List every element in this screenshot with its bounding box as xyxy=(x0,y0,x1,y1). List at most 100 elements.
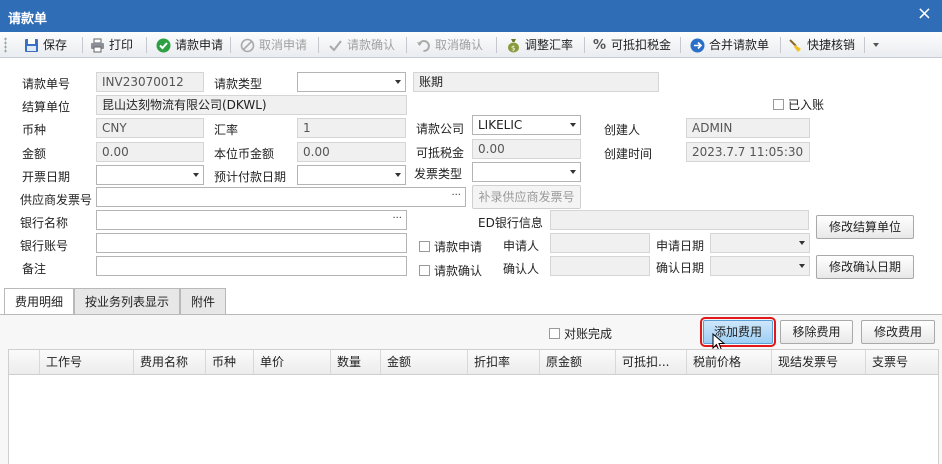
broom-icon xyxy=(788,38,803,53)
supplier-invoice-label: 供应商发票号 xyxy=(20,193,93,207)
toolbar-separator xyxy=(318,37,319,53)
save-icon xyxy=(24,38,39,53)
modify-confirm-date-button[interactable]: 修改确认日期 xyxy=(816,255,914,279)
local-amount-label: 本位币金额 xyxy=(214,147,275,161)
deductible-tax-field: 0.00 xyxy=(472,139,581,159)
tab-fee-detail[interactable]: 费用明细 xyxy=(4,288,74,316)
invoice-type-select[interactable] xyxy=(472,162,581,182)
amount-label: 金额 xyxy=(22,147,47,161)
fee-detail-panel: 对账完成 添加费用 移除费用 修改费用 工作号 费用名称 币种 单价 数量 金额… xyxy=(0,314,942,464)
remove-fee-button[interactable]: 移除费用 xyxy=(780,320,853,344)
column-header[interactable]: 工作号 xyxy=(39,350,133,374)
apply-date-picker[interactable] xyxy=(710,233,810,253)
posted-checkbox[interactable]: 已入账 xyxy=(773,96,824,113)
created-time-label: 创建时间 xyxy=(604,147,653,161)
request-confirm-checkbox[interactable]: 请款确认 xyxy=(419,262,482,279)
expected-pay-date-picker[interactable] xyxy=(297,165,406,185)
reconciled-checkbox[interactable]: 对账完成 xyxy=(549,325,612,342)
ellipsis-icon[interactable]: ··· xyxy=(392,211,402,227)
svg-text:$: $ xyxy=(511,44,515,52)
amount-field: 0.00 xyxy=(96,142,204,162)
column-header[interactable]: 折扣率 xyxy=(467,350,539,374)
merge-request-button[interactable]: 合并请款单 xyxy=(690,35,769,55)
window-title: 请款单 xyxy=(8,12,48,27)
invoice-type-label: 发票类型 xyxy=(414,167,463,181)
checkbox-icon xyxy=(773,99,784,110)
percent-icon: % xyxy=(592,37,607,53)
print-label: 打印 xyxy=(109,38,134,52)
merge-request-label: 合并请款单 xyxy=(709,38,770,52)
rate-field: 1 xyxy=(297,118,406,138)
quick-writeoff-label: 快捷核销 xyxy=(807,38,856,52)
tab-business-list[interactable]: 按业务列表显示 xyxy=(74,288,180,315)
invoice-date-picker[interactable] xyxy=(96,165,204,185)
close-icon[interactable]: × xyxy=(917,5,932,23)
cancel-apply-button[interactable]: 取消申请 xyxy=(240,35,307,55)
currency-field: CNY xyxy=(96,118,204,138)
company-select[interactable]: LIKELIC xyxy=(472,115,581,135)
adjust-rate-label: 调整汇率 xyxy=(525,38,574,52)
request-apply-button[interactable]: 请款申请 xyxy=(156,35,223,55)
ed-bank-field xyxy=(550,210,809,230)
request-apply-label: 请款申请 xyxy=(175,38,224,52)
request-form: 请款单号 INV23070012 请款类型 账期 结算单位 昆山达刻物流有限公司… xyxy=(0,58,942,290)
save-label: 保存 xyxy=(43,38,68,52)
modify-settle-unit-button[interactable]: 修改结算单位 xyxy=(816,215,914,239)
request-confirm-button[interactable]: 请款确认 xyxy=(328,35,395,55)
column-header[interactable]: 现结发票号 xyxy=(771,350,865,374)
ellipsis-icon[interactable]: ··· xyxy=(451,188,461,204)
column-header[interactable]: 金额 xyxy=(380,350,467,374)
company-label: 请款公司 xyxy=(416,122,465,136)
posted-label: 已入账 xyxy=(788,98,825,112)
edit-fee-button[interactable]: 修改费用 xyxy=(861,320,935,344)
save-button[interactable]: 保存 xyxy=(24,35,67,55)
request-no-field: INV23070012 xyxy=(96,72,204,92)
period-field: 账期 xyxy=(413,72,659,92)
bank-name-field[interactable]: ··· xyxy=(96,210,407,230)
cancel-confirm-button[interactable]: 取消确认 xyxy=(416,35,483,55)
column-header[interactable]: 支票号 xyxy=(865,350,939,374)
column-header[interactable]: 税前价格 xyxy=(686,350,771,374)
cancel-circle-icon xyxy=(240,38,255,53)
supplement-invoice-button[interactable]: 补录供应商发票号 xyxy=(472,185,581,209)
bank-account-field[interactable] xyxy=(96,233,407,253)
tab-attachments[interactable]: 附件 xyxy=(180,288,226,315)
fee-grid-body[interactable] xyxy=(8,375,939,464)
print-button[interactable]: 打印 xyxy=(90,35,133,55)
chevron-down-icon xyxy=(395,173,401,177)
chevron-down-icon xyxy=(570,123,576,127)
deductible-tax-button[interactable]: % 可抵扣税金 xyxy=(592,35,671,55)
toolbar-separator xyxy=(146,37,147,53)
column-header[interactable]: 可抵扣... xyxy=(615,350,686,374)
remark-field[interactable] xyxy=(96,256,407,276)
supplier-invoice-field[interactable]: ··· xyxy=(96,187,466,207)
check-circle-icon xyxy=(156,38,171,53)
column-header[interactable]: 单价 xyxy=(253,350,330,374)
confirm-date-picker[interactable] xyxy=(710,256,810,276)
toolbar: 保存 打印 请款申请 取消申请 请款确认 取消确认 $ 调整汇率 % 可抵扣税金… xyxy=(0,32,942,58)
toolbar-grip[interactable] xyxy=(4,37,7,53)
toolbar-overflow-button[interactable] xyxy=(870,35,882,55)
column-header[interactable]: 费用名称 xyxy=(133,350,205,374)
money-bag-icon: $ xyxy=(506,38,521,53)
request-type-select[interactable] xyxy=(297,72,406,92)
column-header[interactable]: 币种 xyxy=(205,350,253,374)
confirm-date-label: 确认日期 xyxy=(656,261,705,275)
request-apply-checkbox[interactable]: 请款申请 xyxy=(419,238,482,255)
column-header[interactable]: 原金额 xyxy=(539,350,615,374)
settle-unit-label: 结算单位 xyxy=(22,100,71,114)
created-time-field: 2023.7.7 11:05:30 xyxy=(686,142,810,162)
toolbar-separator xyxy=(780,37,781,53)
toolbar-separator xyxy=(680,37,681,53)
adjust-rate-button[interactable]: $ 调整汇率 xyxy=(506,35,573,55)
ed-bank-label: ED银行信息 xyxy=(478,216,543,230)
chevron-down-icon xyxy=(799,241,805,245)
apply-date-label: 申请日期 xyxy=(656,239,705,253)
column-header[interactable]: 数量 xyxy=(330,350,380,374)
company-value: LIKELIC xyxy=(478,118,523,132)
checkbox-icon xyxy=(419,265,430,276)
chevron-down-icon xyxy=(873,43,879,47)
deductible-tax-label-field: 可抵税金 xyxy=(416,146,465,160)
quick-writeoff-button[interactable]: 快捷核销 xyxy=(788,35,855,55)
creator-label: 创建人 xyxy=(604,123,641,137)
